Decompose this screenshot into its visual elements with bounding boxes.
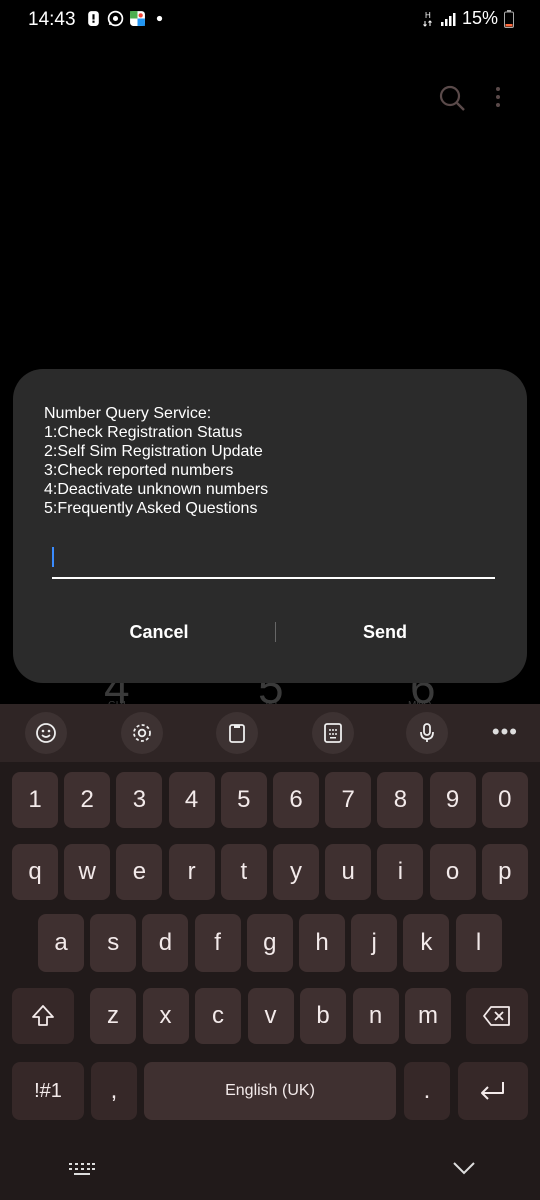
search-icon[interactable] [438, 84, 466, 112]
send-button[interactable]: Send [285, 612, 485, 652]
key-f[interactable]: f [194, 914, 241, 972]
keypad-icon[interactable] [312, 712, 354, 754]
key-q[interactable]: q [12, 844, 58, 900]
key-r[interactable]: r [168, 844, 215, 900]
key-p[interactable]: p [481, 844, 528, 900]
key-0[interactable]: 0 [481, 772, 528, 828]
mic-icon[interactable] [406, 712, 448, 754]
key-9[interactable]: 9 [429, 772, 476, 828]
key-x[interactable]: x [142, 988, 189, 1044]
key-u[interactable]: u [325, 844, 372, 900]
key-h[interactable]: h [299, 914, 345, 972]
alert-icon [88, 11, 99, 26]
hide-keyboard-icon[interactable] [452, 1160, 476, 1176]
keyboard: ••• !#1 , English (UK) . 1234567890 qwert… [0, 704, 540, 1200]
status-bar: 14:43 H 15% [0, 0, 540, 40]
key-6[interactable]: 6 [273, 772, 319, 828]
key-2[interactable]: 2 [64, 772, 111, 828]
reply-input[interactable] [52, 541, 495, 579]
whatsapp-icon [107, 10, 124, 27]
key-m[interactable]: m [405, 988, 451, 1044]
key-z[interactable]: z [90, 988, 136, 1044]
key-k[interactable]: k [403, 914, 450, 972]
key-1[interactable]: 1 [12, 772, 58, 828]
key-y[interactable]: y [273, 844, 319, 900]
clipboard-icon[interactable] [216, 712, 258, 754]
text-cursor [52, 547, 54, 567]
battery-icon [504, 9, 514, 28]
keyboard-toolbar: ••• [0, 704, 540, 762]
comma-key[interactable]: , [91, 1062, 137, 1120]
data-icon: H [423, 11, 432, 27]
key-b[interactable]: b [300, 988, 346, 1044]
key-w[interactable]: w [64, 844, 111, 900]
emoji-icon[interactable] [25, 712, 67, 754]
key-o[interactable]: o [429, 844, 476, 900]
key-8[interactable]: 8 [377, 772, 424, 828]
battery-percent: 15% [461, 8, 498, 28]
key-i[interactable]: i [377, 844, 424, 900]
key-3[interactable]: 3 [116, 772, 163, 828]
dot-icon [156, 15, 163, 22]
key-n[interactable]: n [352, 988, 399, 1044]
enter-icon [481, 1082, 504, 1100]
system-icons: H 15% [422, 8, 514, 29]
key-t[interactable]: t [220, 844, 267, 900]
key-5[interactable]: 5 [220, 772, 267, 828]
dialog-message: Number Query Service: 1:Check Registrati… [44, 405, 269, 517]
toolbar-more-icon[interactable]: ••• [492, 719, 518, 745]
navigation-bar [0, 1146, 540, 1200]
maps-icon [130, 11, 145, 26]
signal-icon [440, 12, 456, 26]
key-d[interactable]: d [142, 914, 189, 972]
keyboard-switch-icon[interactable] [68, 1162, 96, 1178]
status-time: 14:43 [28, 9, 76, 30]
key-j[interactable]: j [351, 914, 398, 972]
symbols-key[interactable]: !#1 [12, 1062, 84, 1120]
shift-icon [32, 1005, 54, 1026]
notification-icons [85, 10, 168, 27]
settings-icon[interactable] [121, 712, 163, 754]
key-e[interactable]: e [116, 844, 163, 900]
button-divider [275, 622, 276, 642]
key-a[interactable]: a [38, 914, 84, 972]
key-g[interactable]: g [246, 914, 293, 972]
ussd-dialog: Number Query Service: 1:Check Registrati… [13, 369, 527, 683]
backspace-icon [483, 1006, 510, 1026]
key-c[interactable]: c [195, 988, 241, 1044]
period-key[interactable]: . [404, 1062, 450, 1120]
key-s[interactable]: s [90, 914, 137, 972]
more-icon[interactable] [488, 84, 508, 112]
key-v[interactable]: v [247, 988, 294, 1044]
shift-key[interactable] [12, 988, 74, 1044]
svg-text:H: H [425, 11, 431, 20]
key-l[interactable]: l [455, 914, 502, 972]
cancel-button[interactable]: Cancel [59, 612, 259, 652]
backspace-key[interactable] [466, 988, 528, 1044]
key-4[interactable]: 4 [168, 772, 215, 828]
space-key[interactable]: English (UK) [144, 1062, 396, 1120]
key-7[interactable]: 7 [325, 772, 372, 828]
enter-key[interactable] [458, 1062, 528, 1120]
